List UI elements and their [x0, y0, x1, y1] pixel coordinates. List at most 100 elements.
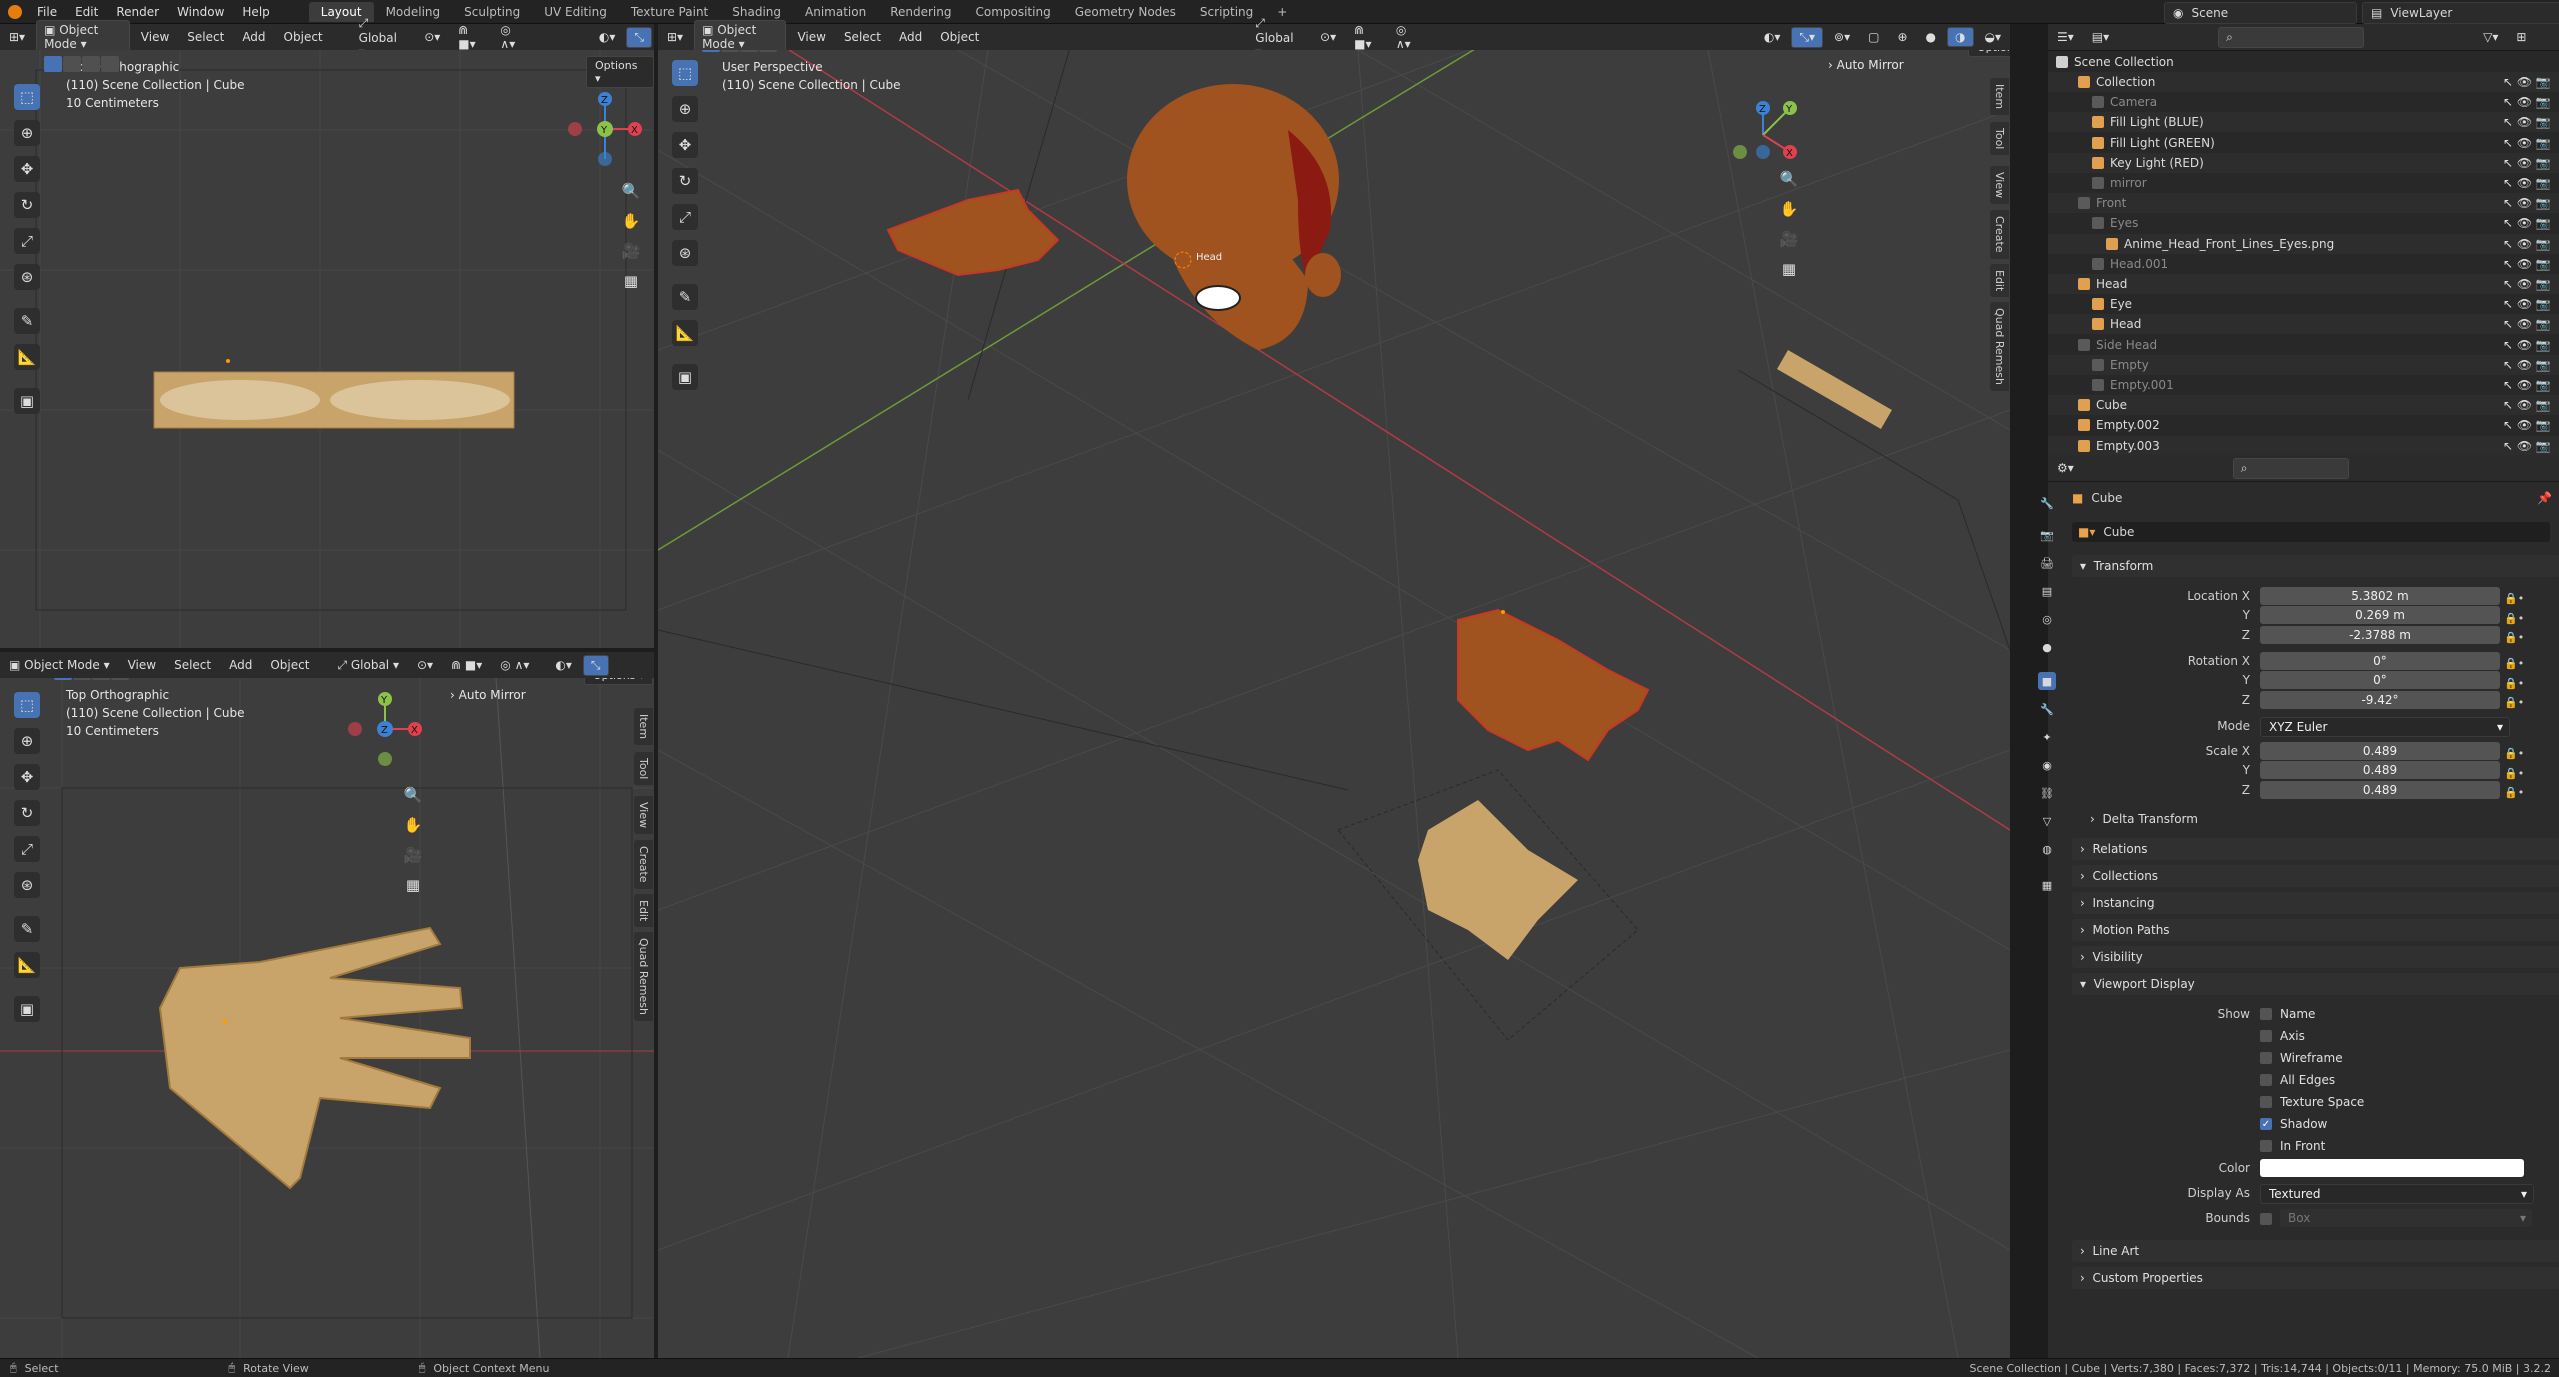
data-tab-icon[interactable]: ▽ — [2038, 812, 2056, 830]
sidetab-edit[interactable]: Edit — [634, 894, 653, 928]
tab-geometry-nodes[interactable]: Geometry Nodes — [1063, 2, 1188, 22]
measure-icon[interactable]: 📐 — [14, 952, 40, 978]
sidetab-view[interactable]: View — [1990, 166, 2009, 205]
visibility-toggle-icons[interactable]: ↖ 👁 📷 — [2503, 297, 2551, 311]
rotation-x-field[interactable]: 0° — [2260, 652, 2500, 670]
visibility-toggle-icons[interactable]: ↖ 👁 📷 — [2503, 156, 2551, 170]
zoom-icon[interactable]: 🔍 — [400, 782, 426, 808]
outliner-row[interactable]: Eyes ↖ 👁 📷 — [2048, 213, 2559, 233]
output-tab-icon[interactable]: 🖨 — [2038, 554, 2056, 572]
tool-tab-icon[interactable]: 🔧 — [2038, 494, 2056, 512]
checkbox[interactable] — [2260, 1030, 2272, 1042]
motion-paths-panel-header[interactable]: › Motion Paths — [2072, 919, 2559, 941]
pin-icon[interactable]: 📌 — [2537, 491, 2552, 505]
camera-icon[interactable]: 🎥 — [1776, 226, 1802, 252]
auto-mirror-panel[interactable]: › Auto Mirror — [1828, 56, 1904, 74]
options-dropdown[interactable]: Options ▾ — [584, 678, 654, 685]
menu-add[interactable]: Add — [222, 656, 259, 674]
location-y-field[interactable]: 0.269 m — [2260, 606, 2500, 624]
display-as-dropdown[interactable]: Textured ▾ — [2260, 1184, 2534, 1204]
visibility-toggle-icons[interactable]: ↖ 👁 📷 — [2503, 317, 2551, 331]
blender-logo-icon[interactable] — [8, 4, 22, 19]
visibility-toggle-icons[interactable]: ↖ 👁 📷 — [2503, 338, 2551, 352]
options-dropdown[interactable]: Options — [1968, 50, 2010, 57]
instancing-panel-header[interactable]: › Instancing — [2072, 892, 2559, 914]
outliner-row[interactable]: Empty ↖ 👁 📷 — [2048, 354, 2559, 375]
outliner-row[interactable]: Empty.003 ↖ 👁 📷 — [2048, 435, 2559, 456]
scale-x-field[interactable]: 0.489 — [2260, 742, 2500, 760]
solid-shading-icon[interactable]: ● — [1919, 28, 1943, 46]
outliner-row[interactable]: Eye ↖ 👁 📷 — [2048, 294, 2559, 314]
tab-rendering[interactable]: Rendering — [878, 2, 963, 22]
outliner-row[interactable]: Side Head ↖ 👁 📷 — [2048, 335, 2559, 355]
checkbox[interactable] — [2260, 1096, 2272, 1108]
tab-uv-editing[interactable]: UV Editing — [532, 2, 619, 22]
location-z-field[interactable]: -2.3788 m — [2260, 626, 2500, 644]
mode-dropdown[interactable]: ▣ Object Mode ▾ — [694, 20, 787, 54]
visibility-toggle-icons[interactable]: ↖ 👁 📷 — [2503, 115, 2551, 129]
scale-y-field[interactable]: 0.489 — [2260, 761, 2500, 779]
menu-object[interactable]: Object — [933, 28, 986, 46]
outliner-row[interactable]: Head.001 ↖ 👁 📷 — [2048, 254, 2559, 274]
proportional-edit-icon[interactable]: ◎ ∧▾ — [493, 656, 536, 674]
move-icon[interactable]: ✥ — [14, 156, 40, 182]
scale-icon[interactable]: ⤢ — [672, 204, 698, 230]
visibility-toggle-icons[interactable]: ↖ 👁 📷 — [2503, 196, 2551, 210]
relations-panel-header[interactable]: › Relations — [2072, 838, 2559, 860]
menu-view[interactable]: View — [134, 28, 176, 46]
sidetab-tool[interactable]: Tool — [634, 752, 653, 786]
outliner-row[interactable]: Cube ↖ 👁 📷 — [2048, 395, 2559, 416]
pivot-icon[interactable]: ⊙▾ — [1313, 28, 1343, 46]
outliner-row[interactable]: Head ↖ 👁 📷 — [2048, 314, 2559, 335]
editor-type-icon[interactable]: ⚙▾ — [2050, 459, 2081, 477]
sidetab-item[interactable]: Item — [634, 708, 653, 746]
annotate-icon[interactable]: ✎ — [672, 284, 698, 310]
visibility-icon[interactable]: ◐▾ — [1757, 28, 1788, 46]
pan-hand-icon[interactable]: ✋ — [618, 208, 644, 234]
sidetab-quad-remesh[interactable]: Quad Remesh — [634, 932, 653, 1021]
visibility-toggle-icons[interactable]: ↖ 👁 📷 — [2503, 95, 2551, 109]
line-art-panel-header[interactable]: › Line Art — [2072, 1240, 2559, 1262]
viewport-display-option[interactable]: Axis — [2260, 1029, 2305, 1043]
particles-tab-icon[interactable]: ✦ — [2038, 728, 2056, 746]
navigation-gizmo[interactable]: Z X Y — [560, 84, 650, 174]
transform-icon[interactable]: ⊛ — [14, 872, 40, 898]
visibility-toggle-icons[interactable]: ↖ 👁 📷 — [2503, 439, 2551, 453]
bounds-type-dropdown[interactable]: Box ▾ — [2280, 1209, 2532, 1227]
visibility-toggle-icons[interactable]: ↖ 👁 📷 — [2503, 277, 2551, 291]
xray-icon[interactable]: ▢ — [1861, 28, 1886, 46]
move-icon[interactable]: ✥ — [14, 764, 40, 790]
menu-render[interactable]: Render — [107, 5, 168, 19]
viewport-display-option[interactable]: Texture Space — [2260, 1095, 2364, 1109]
checkbox[interactable] — [2260, 1140, 2272, 1152]
menu-edit[interactable]: Edit — [66, 5, 107, 19]
checkbox[interactable]: ✓ — [2260, 1118, 2272, 1130]
snap-icon[interactable]: ⋒ ■▾ — [444, 656, 489, 674]
select-mode-icons[interactable] — [54, 678, 129, 680]
measure-icon[interactable]: 📐 — [14, 344, 40, 370]
outliner-search-icon[interactable]: ⌕ — [2218, 26, 2365, 48]
sidetab-item[interactable]: Item — [1990, 78, 2009, 116]
delta-transform-subpanel[interactable]: › Delta Transform — [2090, 812, 2198, 826]
menu-add[interactable]: Add — [235, 28, 272, 46]
world-tab-icon[interactable]: ● — [2038, 638, 2056, 656]
snap-icon[interactable]: ⋒ ■▾ — [1347, 21, 1385, 53]
viewport-display-panel-header[interactable]: ▾ Viewport Display — [2072, 973, 2559, 995]
wireframe-shading-icon[interactable]: ⊕ — [1890, 28, 1914, 46]
checkbox[interactable] — [2260, 1074, 2272, 1086]
measure-icon[interactable]: 📐 — [672, 320, 698, 346]
outliner-row[interactable]: Fill Light (BLUE) ↖ 👁 📷 — [2048, 112, 2559, 133]
viewport-display-option[interactable]: ✓ Shadow — [2260, 1117, 2327, 1131]
add-cube-icon[interactable]: ▣ — [672, 364, 698, 390]
scale-z-field[interactable]: 0.489 — [2260, 781, 2500, 799]
snap-icon[interactable]: ⋒ ■▾ — [451, 21, 489, 53]
rotate-icon[interactable]: ↻ — [672, 168, 698, 194]
visibility-toggle-icons[interactable]: ↖ 👁 📷 — [2503, 398, 2551, 412]
orientation-dropdown[interactable]: ⤢ Global ▾ — [330, 656, 406, 675]
visibility-toggle-icons[interactable]: ↖ 👁 📷 — [2503, 418, 2551, 432]
overlays-icon[interactable]: ⊚▾ — [1827, 28, 1857, 46]
tab-texture-paint[interactable]: Texture Paint — [619, 2, 720, 22]
view-layer-tab-icon[interactable]: ▤ — [2038, 582, 2056, 600]
location-x-field[interactable]: 5.3802 m — [2260, 587, 2500, 605]
select-mode-icons[interactable] — [44, 56, 119, 72]
